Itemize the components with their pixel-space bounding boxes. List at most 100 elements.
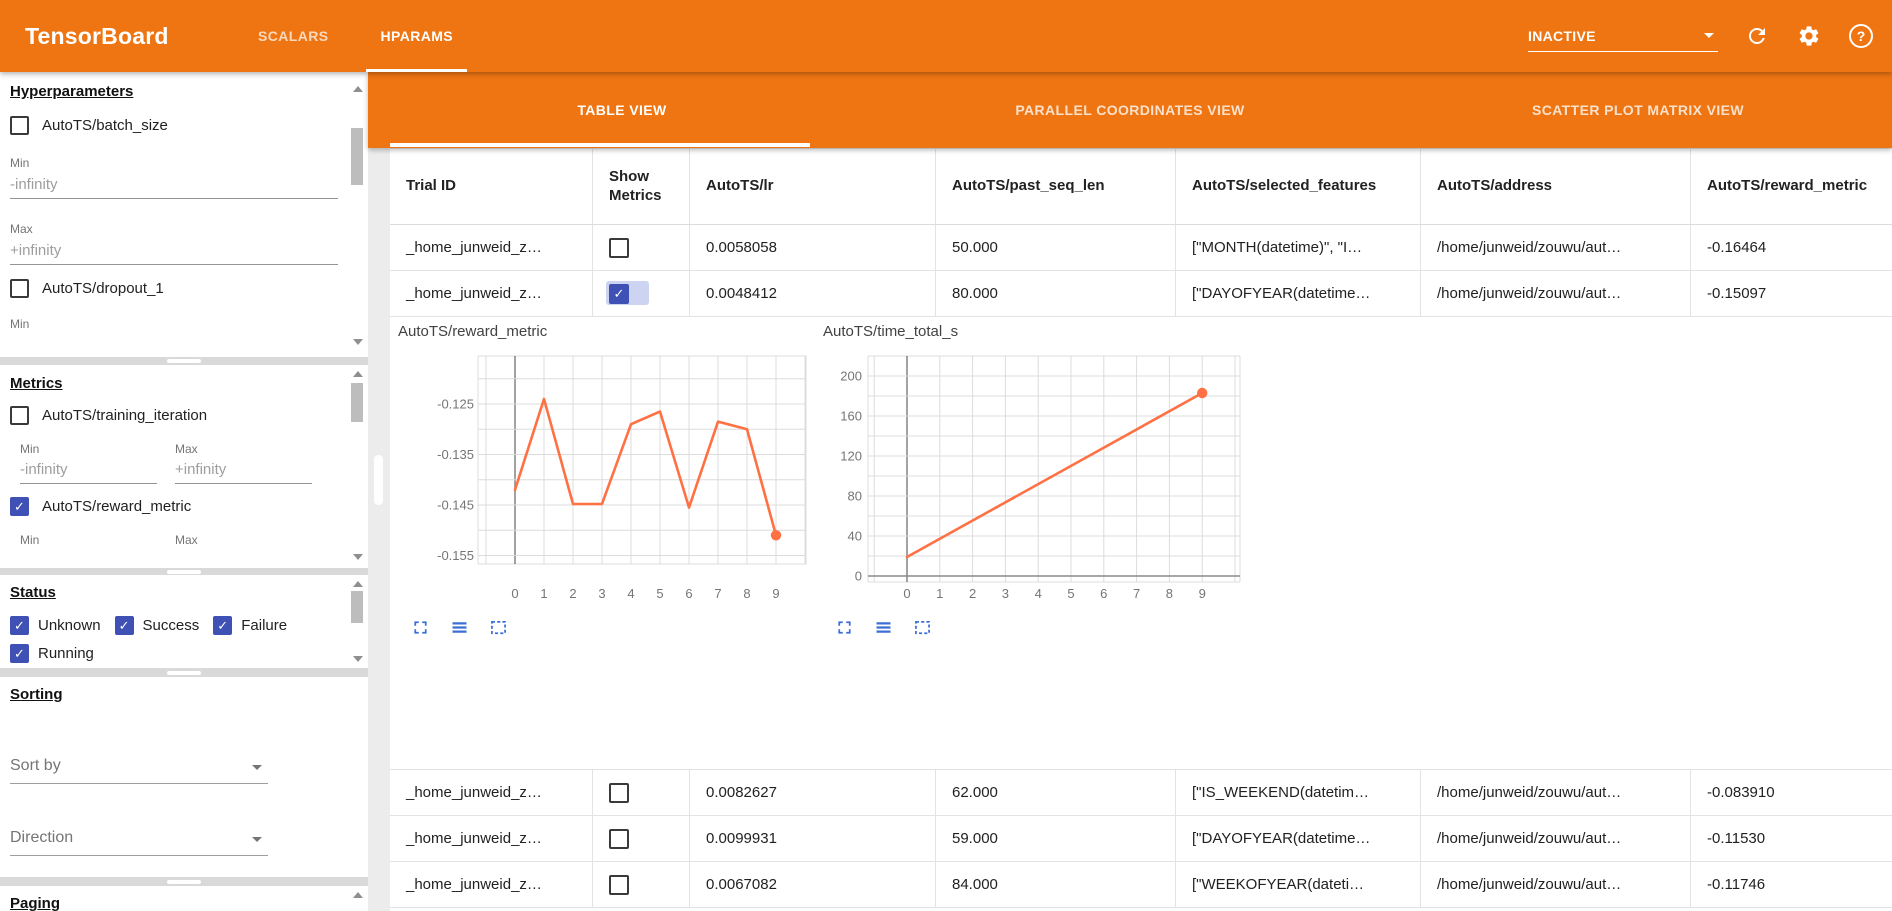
reload-status-dropdown[interactable]: INACTIVE	[1528, 21, 1718, 52]
svg-text:-0.125: -0.125	[437, 397, 474, 412]
status-unknown-checkbox[interactable]	[10, 616, 29, 635]
trial-id-cell: _home_junweid_z…	[390, 271, 593, 316]
tab-scatter-plot-matrix-view[interactable]: SCATTER PLOT MATRIX VIEW	[1384, 72, 1892, 148]
gear-icon[interactable]	[1796, 23, 1822, 49]
scroll-thumb[interactable]	[351, 383, 363, 422]
max-input[interactable]: +infinity	[10, 242, 338, 265]
section-resizer[interactable]	[0, 668, 368, 677]
scroll-down-icon[interactable]	[353, 339, 363, 345]
reward-metric-checkbox[interactable]	[10, 497, 29, 516]
scroll-down-icon[interactable]	[353, 554, 363, 560]
selected-features-cell: ["DAYOFYEAR(datetime…	[1176, 271, 1421, 316]
col-past-seq-len[interactable]: AutoTS/past_seq_len	[936, 149, 1176, 224]
table-row: _home_junweid_z… 0.0067082 84.000 ["WEEK…	[390, 862, 1892, 908]
scroll-up-icon[interactable]	[353, 86, 363, 92]
svg-text:4: 4	[1035, 586, 1042, 601]
section-resizer[interactable]	[0, 877, 368, 886]
section-scrollbar[interactable]	[350, 575, 365, 668]
view-tabs: TABLE VIEW PARALLEL COORDINATES VIEW SCA…	[368, 72, 1892, 148]
fullscreen-icon[interactable]	[409, 616, 431, 638]
address-cell: /home/junweid/zouwu/aut…	[1421, 225, 1691, 270]
past-seq-len-cell: 62.000	[936, 770, 1176, 815]
svg-text:-0.135: -0.135	[437, 447, 474, 462]
header-controls: INACTIVE ?	[1528, 0, 1874, 72]
address-cell: /home/junweid/zouwu/aut…	[1421, 770, 1691, 815]
scroll-up-icon[interactable]	[353, 892, 363, 898]
training-iteration-label: AutoTS/training_iteration	[42, 407, 207, 424]
address-cell: /home/junweid/zouwu/aut…	[1421, 862, 1691, 907]
scroll-up-icon[interactable]	[353, 581, 363, 587]
status-running-checkbox[interactable]	[10, 644, 29, 663]
section-resizer[interactable]	[0, 357, 368, 365]
svg-text:1: 1	[540, 586, 547, 601]
lr-cell: 0.0099931	[690, 816, 936, 861]
dropout-checkbox[interactable]	[10, 279, 29, 298]
table-rows-bottom: _home_junweid_z… 0.0082627 62.000 ["IS_W…	[390, 769, 1892, 908]
scroll-thumb[interactable]	[374, 455, 383, 505]
section-scrollbar[interactable]	[350, 72, 365, 357]
table-header-row: Trial ID Show Metrics AutoTS/lr AutoTS/p…	[390, 148, 1892, 225]
trial-id-cell: _home_junweid_z…	[390, 770, 593, 815]
col-reward-metric[interactable]: AutoTS/reward_metric	[1691, 149, 1892, 224]
show-metrics-checkbox[interactable]	[609, 829, 629, 849]
scroll-down-icon[interactable]	[353, 656, 363, 662]
tab-table-view[interactable]: TABLE VIEW	[368, 72, 876, 148]
scroll-up-icon[interactable]	[353, 371, 363, 377]
col-address[interactable]: AutoTS/address	[1421, 149, 1691, 224]
direction-select[interactable]: Direction	[10, 829, 268, 856]
trial-id-cell: _home_junweid_z…	[390, 816, 593, 861]
section-scrollbar[interactable]	[350, 886, 365, 911]
min-input[interactable]: -infinity	[20, 461, 157, 484]
tensorboard-app: TensorBoard SCALARS HPARAMS INACTIVE ?	[0, 0, 1892, 911]
chart-toolbar	[409, 616, 509, 638]
refresh-icon[interactable]	[1744, 23, 1770, 49]
svg-text:120: 120	[840, 449, 862, 464]
show-metrics-checkbox[interactable]	[609, 284, 629, 304]
min-input[interactable]: -infinity	[10, 176, 338, 199]
col-selected-features[interactable]: AutoTS/selected_features	[1176, 149, 1421, 224]
past-seq-len-cell: 59.000	[936, 816, 1176, 861]
tab-hparams[interactable]: HPARAMS	[354, 0, 479, 72]
section-scrollbar[interactable]	[350, 365, 365, 568]
lr-cell: 0.0058058	[690, 225, 936, 270]
show-metrics-cell	[593, 816, 690, 861]
training-iteration-checkbox[interactable]	[10, 406, 29, 425]
col-lr[interactable]: AutoTS/lr	[690, 149, 936, 224]
svg-text:8: 8	[743, 586, 750, 601]
min-label: Min	[20, 533, 157, 547]
selected-features-cell: ["DAYOFYEAR(datetime…	[1176, 816, 1421, 861]
scroll-thumb[interactable]	[351, 591, 363, 623]
active-tab-indicator	[390, 143, 810, 147]
svg-text:0: 0	[855, 569, 862, 584]
selected-features-cell: ["IS_WEEKEND(datetim…	[1176, 770, 1421, 815]
tab-parallel-coordinates-view[interactable]: PARALLEL COORDINATES VIEW	[876, 72, 1384, 148]
svg-text:8: 8	[1166, 586, 1173, 601]
batch-size-label: AutoTS/batch_size	[42, 117, 168, 134]
scroll-thumb[interactable]	[351, 128, 363, 185]
chevron-down-icon	[252, 837, 262, 842]
svg-text:200: 200	[840, 369, 862, 384]
help-icon[interactable]: ?	[1848, 23, 1874, 49]
selection-box-icon[interactable]	[911, 616, 933, 638]
sort-by-select[interactable]: Sort by	[10, 757, 268, 784]
table-row: _home_junweid_z… 0.0048412 80.000 ["DAYO…	[390, 271, 1892, 317]
col-trial-id[interactable]: Trial ID	[390, 149, 593, 224]
past-seq-len-cell: 50.000	[936, 225, 1176, 270]
max-input[interactable]: +infinity	[175, 461, 312, 484]
batch-size-checkbox[interactable]	[10, 116, 29, 135]
show-metrics-checkbox[interactable]	[609, 783, 629, 803]
table-scrollbar[interactable]	[368, 148, 390, 911]
col-show-metrics[interactable]: Show Metrics	[593, 149, 690, 224]
tab-scalars[interactable]: SCALARS	[232, 0, 354, 72]
status-failure-checkbox[interactable]	[213, 616, 232, 635]
fullscreen-icon[interactable]	[833, 616, 855, 638]
rows-icon[interactable]	[448, 616, 470, 638]
show-metrics-checkbox[interactable]	[609, 875, 629, 895]
dropout-label: AutoTS/dropout_1	[42, 280, 164, 297]
rows-icon[interactable]	[872, 616, 894, 638]
section-resizer[interactable]	[0, 568, 368, 575]
status-success-checkbox[interactable]	[115, 616, 134, 635]
show-metrics-checkbox[interactable]	[609, 238, 629, 258]
reward-metric-label: AutoTS/reward_metric	[42, 498, 191, 515]
selection-box-icon[interactable]	[487, 616, 509, 638]
